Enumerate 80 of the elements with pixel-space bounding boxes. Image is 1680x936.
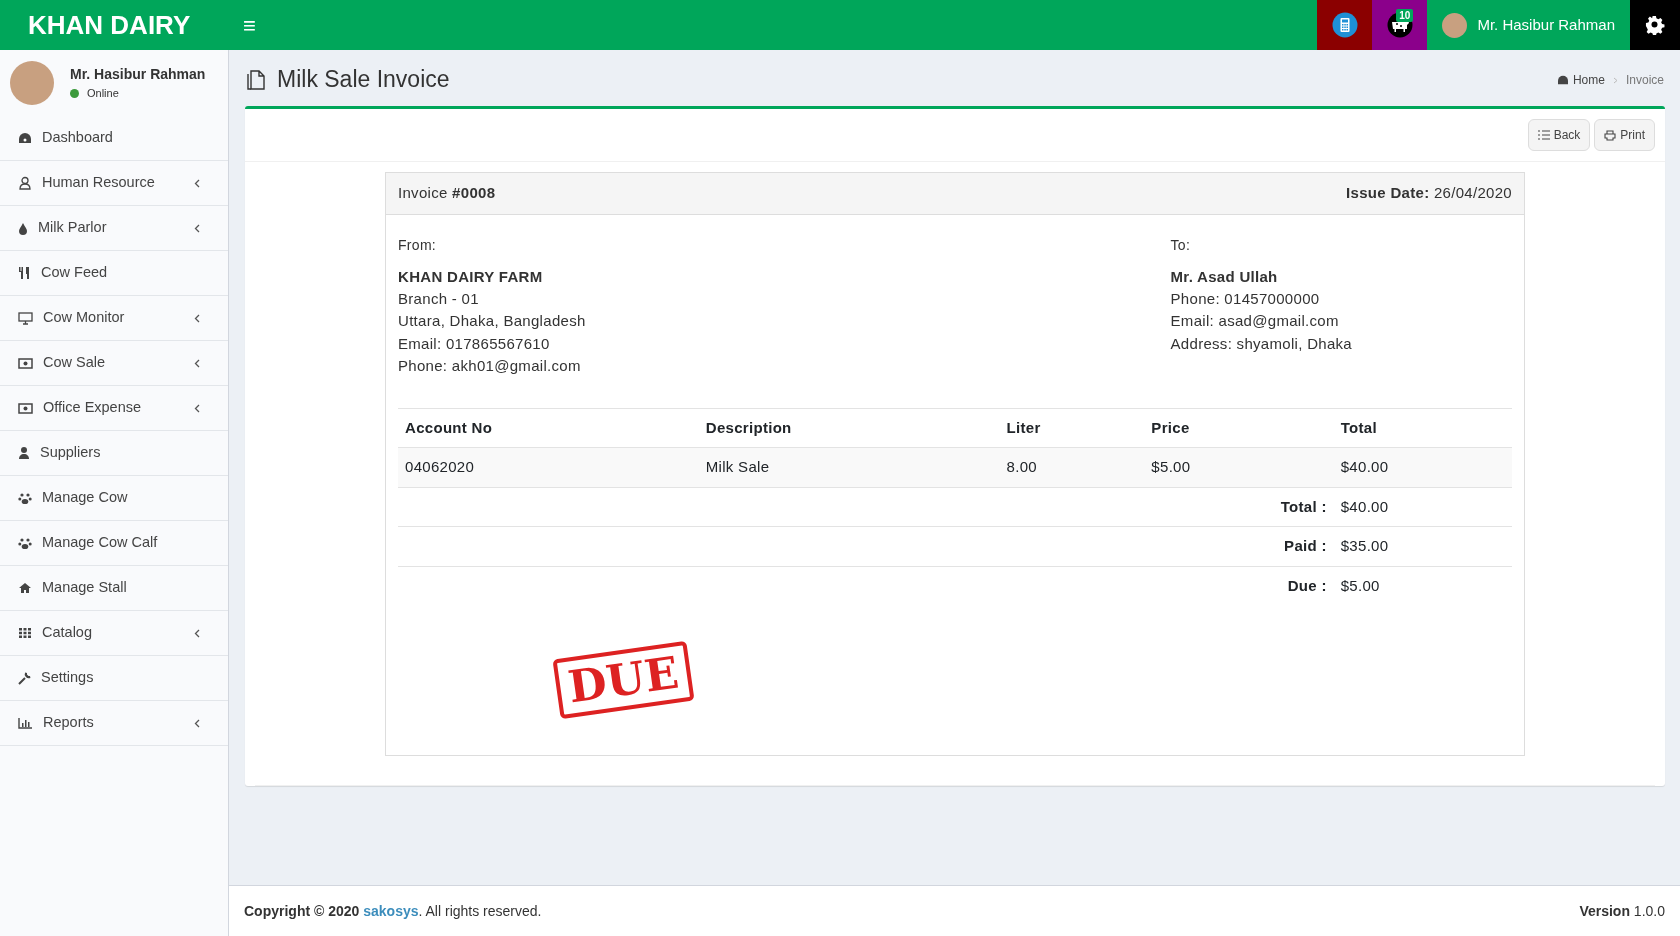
summary-value: $35.00 [1340, 537, 1389, 554]
print-button[interactable]: Print [1594, 119, 1655, 151]
droplet-icon [18, 221, 28, 235]
sidebar-item[interactable]: Cow Sale [0, 341, 228, 386]
sidebar-item[interactable]: Suppliers [0, 431, 228, 476]
status-dot-icon [70, 89, 79, 98]
user-icon [18, 446, 30, 460]
home-icon [18, 582, 32, 594]
recipient-detail: Email: asad@gmail.com [1170, 311, 1340, 331]
sender-detail: Uttara, Dhaka, Bangladesh [398, 311, 587, 331]
breadcrumb-current: Invoice [1625, 72, 1664, 89]
table-cell: 8.00 [999, 447, 1145, 487]
user-icon [18, 176, 32, 190]
sender-detail: Email: 017865567610 [398, 333, 551, 354]
sidebar-item[interactable]: Dashboard [0, 116, 228, 161]
column-header: Total [1333, 408, 1512, 448]
dashboard-icon [18, 132, 32, 144]
column-header: Liter [999, 408, 1145, 448]
sidebar-item[interactable]: Cow Monitor [0, 296, 228, 341]
sender-label: From: [398, 235, 438, 255]
sidebar-item[interactable]: Manage Cow Calf [0, 521, 228, 566]
recipient-name: Mr. Asad Ullah [1170, 266, 1279, 287]
avatar-icon [10, 61, 54, 105]
paw-icon [18, 536, 32, 550]
sidebar-user-name: Mr. Hasibur Rahman [70, 65, 206, 85]
calculator-button[interactable] [1317, 0, 1373, 50]
company-link[interactable]: sakosys [363, 902, 419, 919]
summary-value: $5.00 [1340, 576, 1380, 594]
sidebar-item[interactable]: Catalog [0, 611, 228, 656]
list-icon [1537, 130, 1550, 140]
summary-value: $40.00 [1340, 497, 1389, 515]
sidebar-item[interactable]: Settings [0, 656, 228, 701]
summary-label: Due : [1287, 576, 1327, 594]
recipient-label: To: [1170, 235, 1192, 255]
sidebar-item[interactable]: Reports [0, 701, 228, 746]
summary-label: Total : [1280, 497, 1327, 515]
invoice-number: Invoice #0008 [398, 183, 496, 203]
notification-count: 10 [1396, 9, 1414, 22]
cutlery-icon [18, 266, 31, 280]
avatar-icon [1442, 12, 1468, 38]
sidebar-item[interactable]: Milk Parlor [0, 206, 228, 251]
sidebar-item[interactable]: Office Expense [0, 386, 228, 431]
monitor-icon [18, 311, 33, 325]
table-cell: Milk Sale [698, 447, 1000, 487]
column-header: Account No [398, 408, 699, 448]
back-button[interactable]: Back [1527, 119, 1591, 151]
recipient-detail: Phone: 01457000000 [1170, 288, 1321, 309]
summary-label: Paid : [1284, 537, 1327, 554]
version-text: Version 1.0.0 [1579, 901, 1665, 921]
chevron-right-icon [1612, 76, 1618, 84]
printer-icon [1604, 129, 1617, 141]
column-header: Description [698, 408, 1000, 448]
settings-button[interactable] [1630, 0, 1680, 50]
sidebar-item[interactable]: Manage Stall [0, 566, 228, 611]
breadcrumb-link[interactable]: Home [1556, 71, 1605, 89]
issue-date: Issue Date: 26/04/2020 [1346, 183, 1512, 203]
copyright-text: Copyright © 2020 sakosys. All rights reserved. [244, 901, 542, 921]
grid-icon [18, 627, 32, 639]
table-cell: $40.00 [1333, 447, 1512, 487]
due-stamp: DUE [552, 640, 695, 720]
bar-chart-icon [18, 717, 33, 729]
column-header: Price [1144, 408, 1334, 448]
table-cell: 04062020 [398, 447, 699, 487]
dashboard-icon [1556, 75, 1569, 85]
money-icon [18, 357, 33, 369]
wrench-icon [18, 671, 31, 685]
recipient-detail: Address: shyamoli, Dhaka [1170, 333, 1352, 354]
sidebar-item[interactable]: Cow Feed [0, 251, 228, 296]
calculator-icon [1331, 12, 1358, 38]
sender-name: KHAN DAIRY FARM [398, 266, 544, 287]
sidebar-item[interactable]: Human Resource [0, 161, 228, 206]
user-status: Online [87, 86, 119, 102]
sender-detail: Phone: akh01@gmail.com [398, 356, 582, 376]
sidebar-item[interactable]: Manage Cow [0, 476, 228, 521]
settings-icon [1645, 15, 1665, 35]
paw-icon [18, 491, 32, 505]
page-title: Milk Sale Invoice [277, 66, 450, 94]
sender-detail: Branch - 01 [398, 288, 480, 309]
money-icon [18, 402, 33, 414]
table-cell: $5.00 [1144, 447, 1334, 487]
